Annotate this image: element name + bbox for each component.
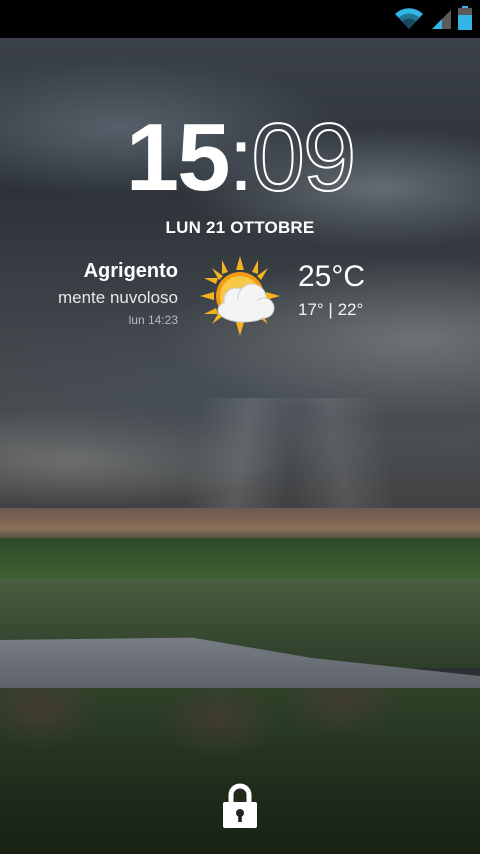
weather-temperature-range: 17° | 22° — [298, 300, 364, 319]
lockscreen-clock: 15:09 — [0, 109, 480, 210]
battery-icon — [458, 6, 472, 30]
weather-updated-time: lun 14:23 — [128, 313, 178, 327]
weather-temperature-block: 25°C 17° | 22° — [298, 258, 365, 324]
clock-separator: : — [228, 110, 253, 210]
reeds-near — [0, 688, 480, 854]
weather-condition: mente nuvoloso — [57, 288, 178, 307]
weather-widget[interactable]: Agrigento mente nuvoloso lun 14:23 25°C … — [0, 256, 480, 346]
signal-icon — [432, 10, 451, 29]
weather-current-temperature: 25°C — [298, 260, 366, 293]
padlock-icon[interactable] — [222, 783, 258, 829]
weather-city: Agrigento — [83, 260, 178, 282]
wifi-icon — [395, 8, 423, 29]
weather-location-block: Agrigento mente nuvoloso lun 14:23 — [58, 256, 178, 330]
horizon — [0, 508, 480, 542]
partly-cloudy-sun-icon — [200, 256, 280, 336]
clock-hours: 15 — [125, 104, 231, 211]
status-icons — [394, 6, 472, 30]
status-bar — [0, 0, 480, 38]
clock-minutes: 09 — [251, 104, 358, 211]
lockscreen-date: LUN 21 OTTOBRE — [165, 218, 315, 237]
